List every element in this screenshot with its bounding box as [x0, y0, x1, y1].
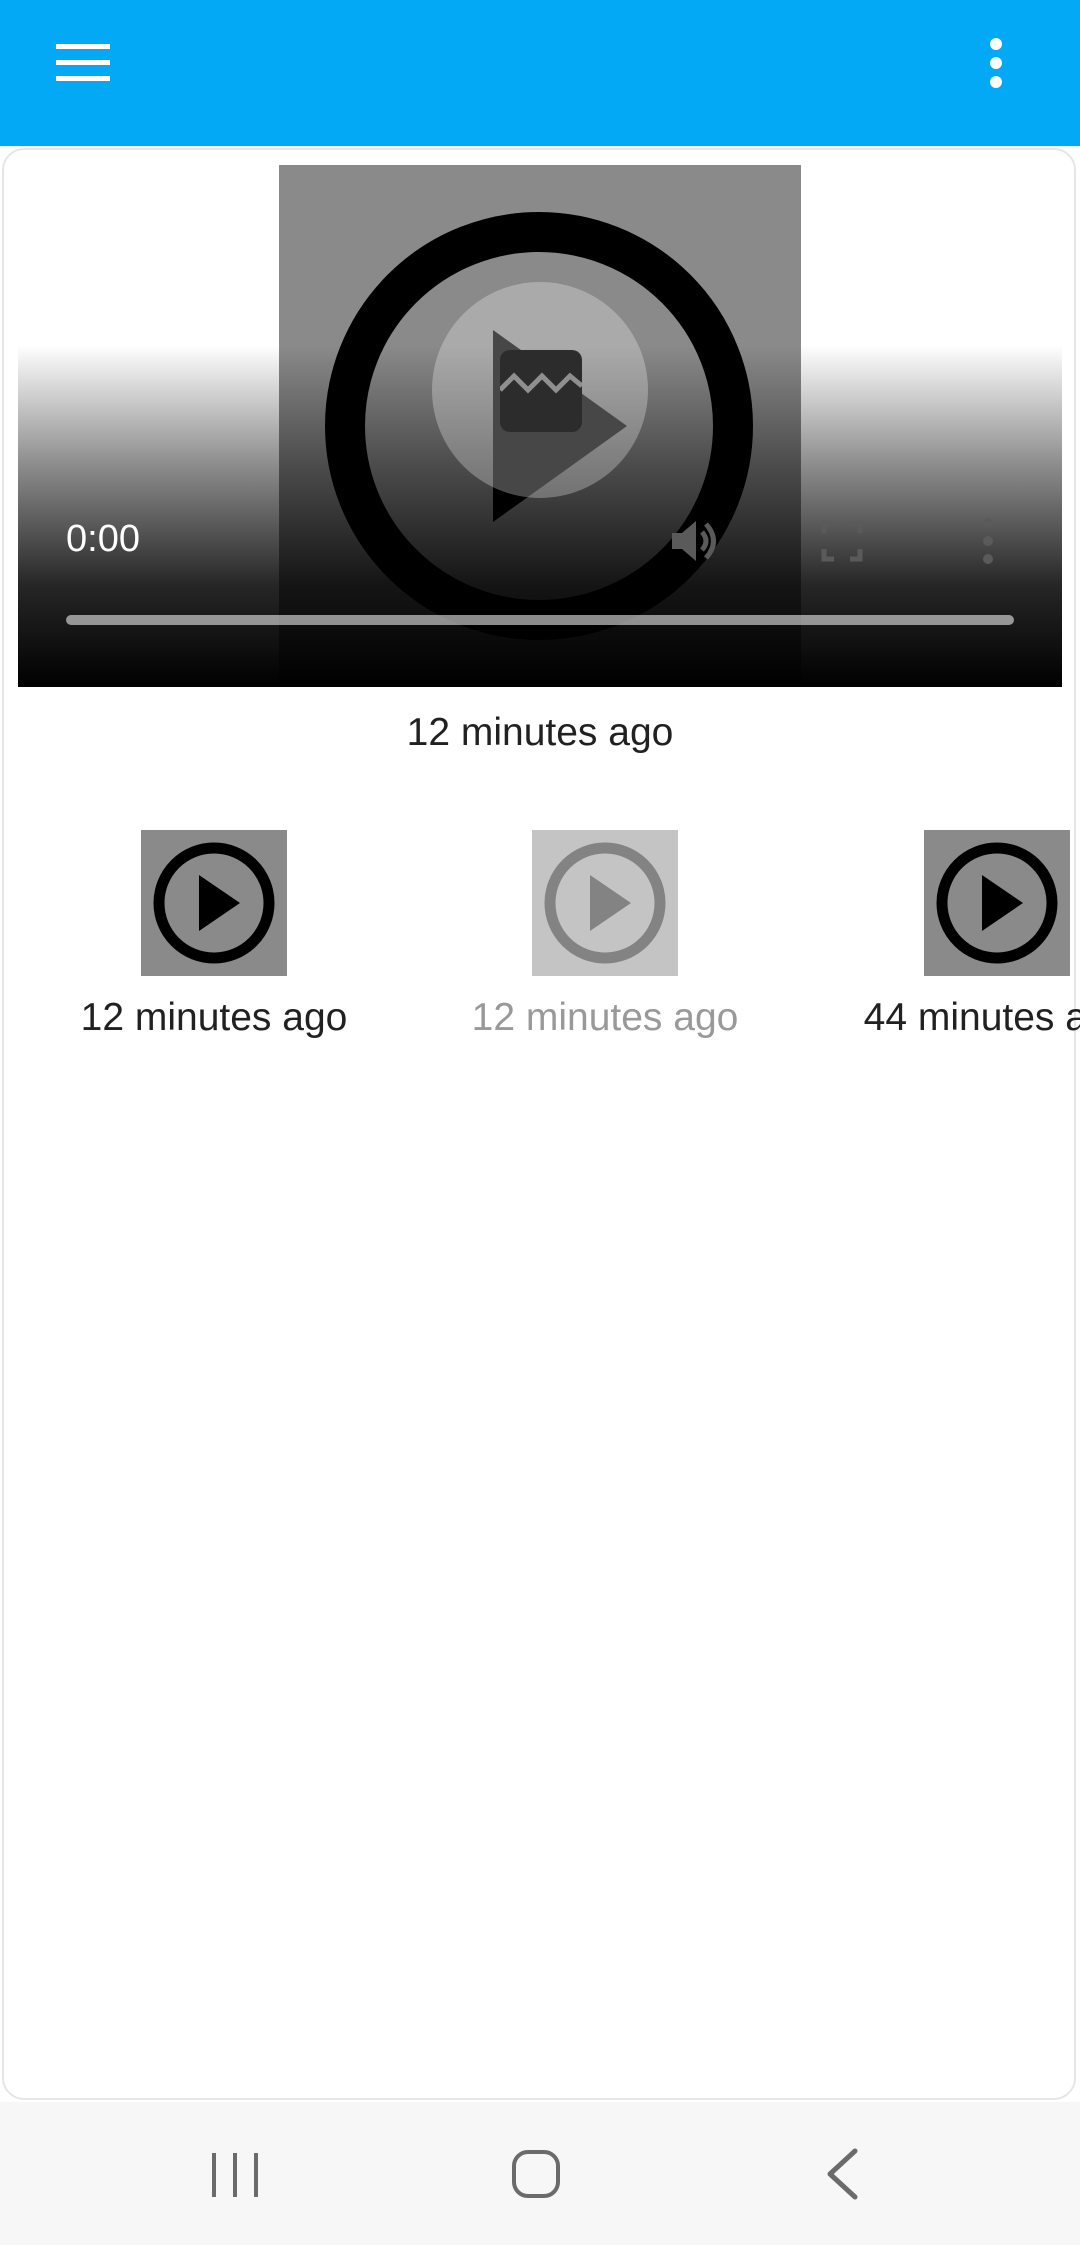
hamburger-menu-icon — [56, 44, 110, 81]
home-button[interactable] — [488, 2126, 584, 2222]
broken-image-icon — [500, 350, 582, 432]
more-vertical-icon — [983, 518, 993, 564]
back-button[interactable] — [793, 2126, 889, 2222]
back-icon — [827, 2148, 858, 2200]
app-bar — [0, 0, 1080, 146]
fullscreen-button[interactable] — [814, 513, 870, 569]
play-icon — [532, 830, 678, 976]
recording-item[interactable]: 12 minutes ago — [391, 830, 783, 1060]
play-icon — [141, 830, 287, 976]
player-more-button[interactable] — [960, 513, 1016, 569]
recent-apps-button[interactable] — [187, 2126, 283, 2222]
recordings-list: 12 minutes ago 12 minutes ago 44 minutes… — [0, 830, 1080, 1060]
fullscreen-icon — [821, 520, 863, 562]
recording-item[interactable]: 12 minutes ago — [0, 830, 392, 1060]
current-time: 0:00 — [66, 518, 140, 560]
volume-button[interactable] — [668, 513, 724, 569]
video-caption: 12 minutes ago — [406, 711, 674, 754]
overflow-menu-button[interactable] — [952, 30, 1040, 118]
system-nav-bar — [0, 2102, 1080, 2245]
volume-icon — [672, 521, 716, 561]
recording-time-label: 44 minutes ago — [863, 996, 1080, 1039]
home-icon — [512, 2150, 560, 2198]
recent-apps-icon — [212, 2153, 258, 2197]
play-icon — [924, 830, 1070, 976]
video-player[interactable]: 0:00 — [18, 165, 1062, 687]
seek-bar[interactable] — [66, 615, 1014, 625]
menu-button[interactable] — [40, 30, 128, 118]
more-vertical-icon — [990, 38, 1002, 88]
recording-time-label: 12 minutes ago — [80, 996, 348, 1039]
recording-time-label: 12 minutes ago — [471, 996, 739, 1039]
recording-item[interactable]: 44 minutes ago — [783, 830, 1080, 1060]
